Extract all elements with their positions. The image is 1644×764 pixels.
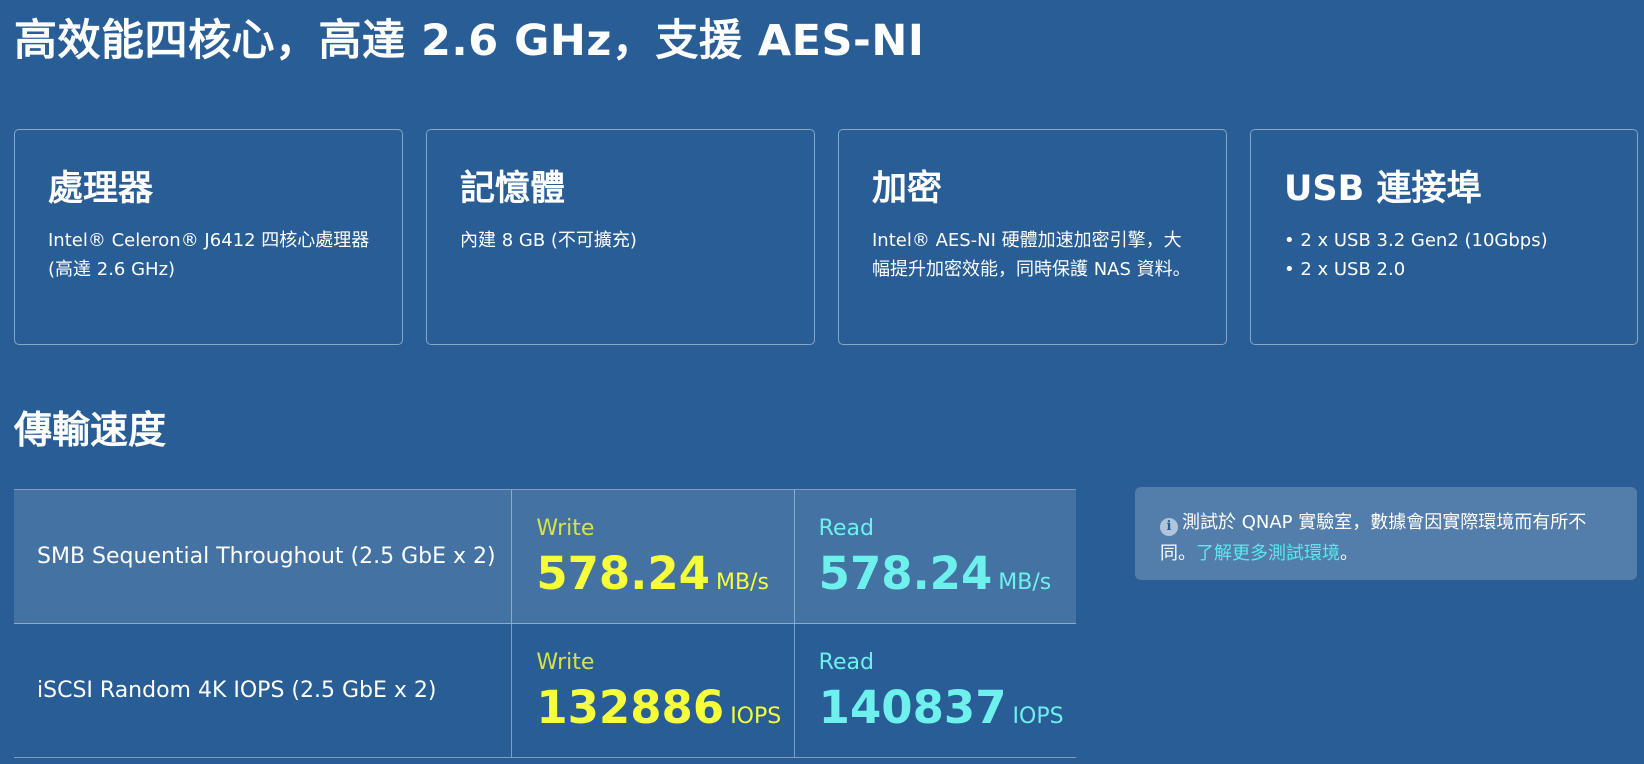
note-suffix: 。 [1340, 543, 1358, 564]
spec-card-title: USB 連接埠 [1284, 169, 1482, 209]
read-value: 578.24 [818, 547, 993, 600]
write-caption: Write [536, 650, 595, 675]
read-caption: Read [818, 516, 874, 541]
spec-card-text: Intel® Celeron® J6412 四核心處理器 (高達 2.6 GHz… [48, 230, 370, 280]
spec-card-text: 內建 8 GB (不可擴充) [460, 230, 637, 251]
table-row: iSCSI Random 4K IOPS (2.5 GbE x 2) Write… [14, 623, 1076, 758]
spec-card-encryption: 加密 Intel® AES-NI 硬體加速加密引擎，大幅提升加密效能，同時保護 … [838, 129, 1227, 345]
write-metric: Write 132886 IOPS [511, 623, 795, 758]
write-value: 132886 [536, 681, 725, 734]
write-metric: Write 578.24 MB/s [511, 489, 795, 624]
read-caption: Read [818, 650, 874, 675]
write-value: 578.24 [536, 547, 710, 600]
info-icon: i [1160, 518, 1178, 536]
test-environment-link[interactable]: 了解更多測試環境 [1196, 543, 1340, 564]
spec-card-title: 記憶體 [460, 169, 566, 209]
spec-cards: 處理器 Intel® Celeron® J6412 四核心處理器 (高達 2.6… [14, 129, 1638, 345]
write-unit: MB/s [715, 570, 769, 595]
spec-card-text: Intel® AES-NI 硬體加速加密引擎，大幅提升加密效能，同時保護 NAS… [872, 230, 1191, 280]
write-caption: Write [536, 516, 595, 541]
read-value-line: 578.24 MB/s [819, 546, 1076, 602]
read-metric: Read 578.24 MB/s [793, 489, 1076, 624]
read-value-line: 140837 IOPS [819, 680, 1076, 736]
spec-card-title: 加密 [872, 169, 943, 209]
test-environment-note: i 測試於 QNAP 實驗室，數據會因實際環境而有所不同。了解更多測試環境。 [1135, 487, 1637, 580]
spec-card-processor: 處理器 Intel® Celeron® J6412 四核心處理器 (高達 2.6… [14, 129, 403, 345]
test-name: iSCSI Random 4K IOPS (2.5 GbE x 2) [14, 623, 512, 758]
read-metric: Read 140837 IOPS [793, 623, 1076, 758]
read-unit: IOPS [1012, 704, 1064, 729]
write-unit: IOPS [730, 704, 782, 729]
spec-card-usb: USB 連接埠 • 2 x USB 3.2 Gen2 (10Gbps) • 2 … [1250, 129, 1638, 345]
test-name: SMB Sequential Throughout (2.5 GbE x 2) [14, 489, 512, 624]
read-value: 140837 [818, 681, 1007, 734]
transfer-speed-table: SMB Sequential Throughout (2.5 GbE x 2) … [14, 489, 1076, 758]
spec-card-memory: 記憶體 內建 8 GB (不可擴充) [426, 129, 815, 345]
usb-port-item: • 2 x USB 2.0 [1284, 259, 1406, 280]
table-row: SMB Sequential Throughout (2.5 GbE x 2) … [14, 489, 1076, 624]
transfer-speed-title: 傳輸速度 [14, 408, 167, 452]
spec-card-title: 處理器 [48, 169, 154, 209]
usb-port-item: • 2 x USB 3.2 Gen2 (10Gbps) [1284, 230, 1548, 251]
read-unit: MB/s [998, 570, 1052, 595]
write-value-line: 578.24 MB/s [536, 546, 793, 602]
page-title: 高效能四核心，高達 2.6 GHz，支援 AES-NI [14, 16, 925, 66]
write-value-line: 132886 IOPS [536, 680, 793, 736]
